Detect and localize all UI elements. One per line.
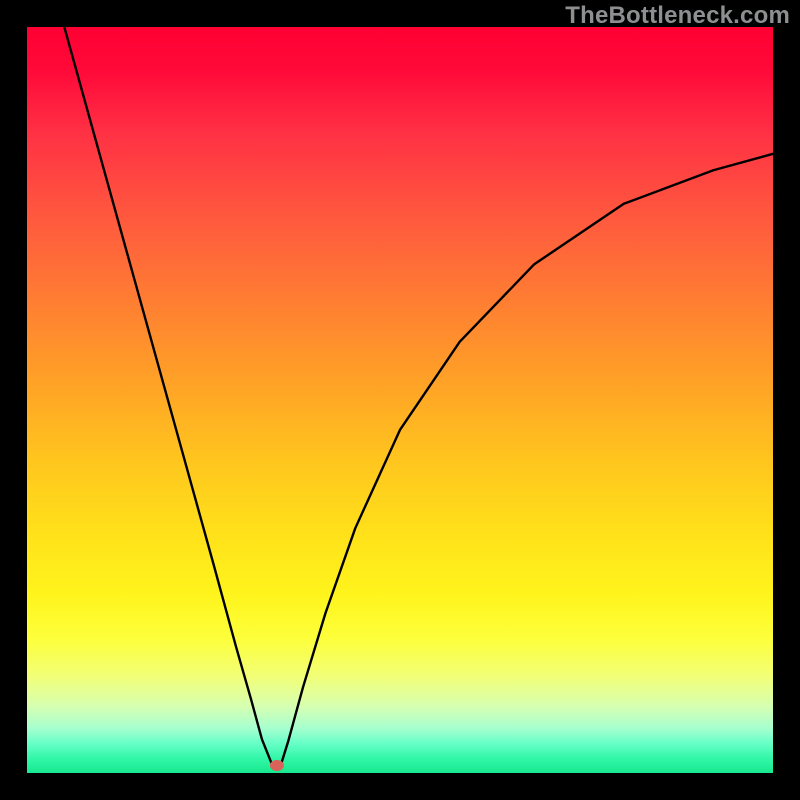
series-curve-right: [281, 154, 773, 766]
marker-dot: [270, 760, 284, 771]
plot-area: [27, 27, 773, 773]
series-curve-left: [64, 27, 272, 766]
curve-layer: [27, 27, 773, 773]
chart-frame: TheBottleneck.com: [0, 0, 800, 800]
watermark-text: TheBottleneck.com: [565, 2, 790, 30]
